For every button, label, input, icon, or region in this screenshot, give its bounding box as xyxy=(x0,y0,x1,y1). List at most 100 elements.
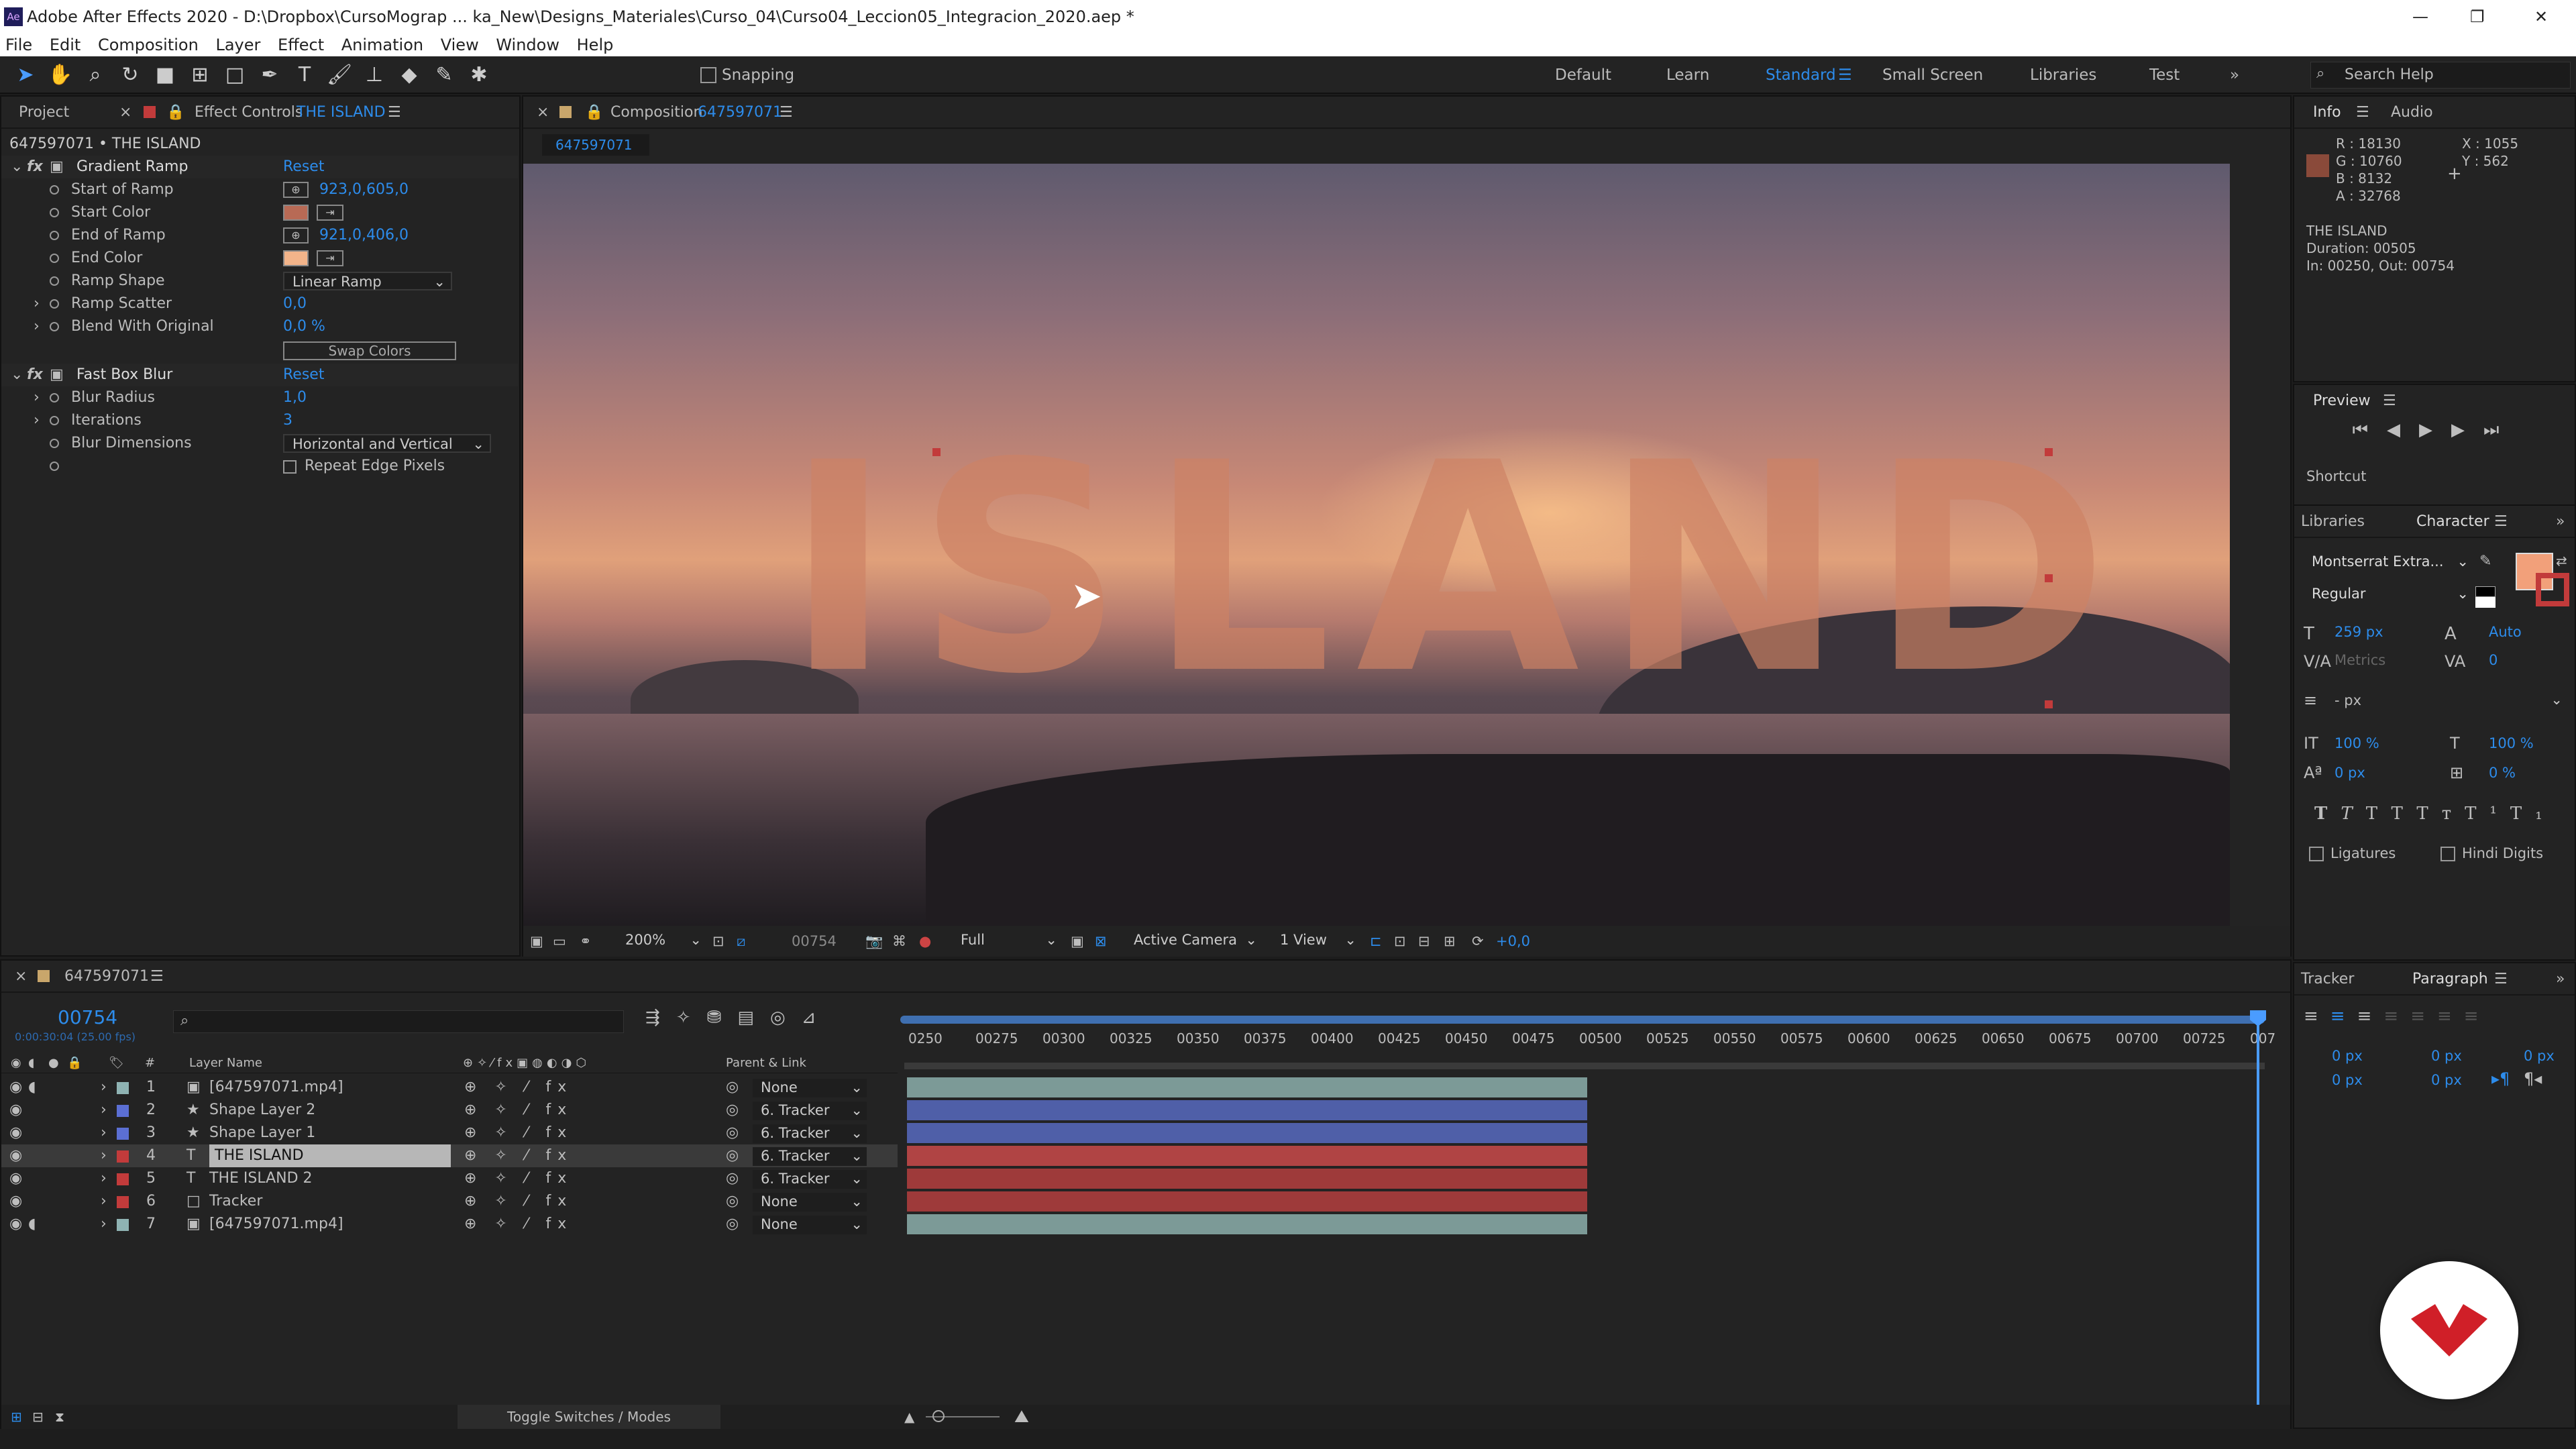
blend-value[interactable]: 0,0 % xyxy=(283,315,325,338)
reset-button[interactable]: Reset xyxy=(283,364,324,386)
indent-left-value[interactable]: 0 px xyxy=(2332,1048,2363,1064)
workspace-menu-icon[interactable]: ☰ xyxy=(1838,56,1852,94)
table-row[interactable]: ◉ › 3 ★ Shape Layer 1 ⊕ ✧ ⁄ fx ◎ 6. Tracker ⌄ xyxy=(1,1122,898,1144)
type-tool-icon[interactable]: T xyxy=(291,62,318,89)
time-ruler[interactable]: 0250 00275 00300 00325 00350 00375 00400 00425 0… xyxy=(900,1004,2275,1071)
tab-composition[interactable]: Composition xyxy=(610,97,702,129)
eye-icon[interactable]: ◉ xyxy=(9,1190,22,1213)
tab-project[interactable]: Project xyxy=(19,104,69,121)
expand-chevron-icon[interactable]: › xyxy=(101,1076,107,1099)
expand-chevron-icon[interactable]: › xyxy=(101,1144,107,1167)
pen-tool-icon[interactable]: ✒ xyxy=(256,62,283,89)
clone-stamp-tool-icon[interactable]: ⊥ xyxy=(361,62,388,89)
pickwhip-icon[interactable]: ◎ xyxy=(726,1167,739,1190)
comp-subtab[interactable]: 647597071 xyxy=(542,134,649,156)
chevron-right-icon[interactable]: » xyxy=(2556,506,2565,538)
audio-icon[interactable]: ◖ xyxy=(28,1076,36,1099)
panel-menu-icon[interactable]: ☰ xyxy=(780,97,793,129)
prev-frame-icon[interactable]: ◀ xyxy=(2387,420,2419,440)
align-right-icon[interactable]: ≡ xyxy=(2357,1006,2384,1026)
fx-icon[interactable]: fx xyxy=(27,156,43,178)
col-layer-name[interactable]: Layer Name xyxy=(189,1053,262,1073)
pan-behind-tool-icon[interactable]: ⊞ xyxy=(186,62,213,89)
stopwatch-icon[interactable] xyxy=(50,416,59,425)
layer-switches[interactable]: ⊕ ✧ ⁄ fx xyxy=(464,1076,573,1099)
pickwhip-icon[interactable]: ◎ xyxy=(726,1122,739,1144)
parent-dropdown[interactable]: None ⌄ xyxy=(753,1193,867,1212)
eye-icon[interactable]: ◉ xyxy=(9,1099,22,1122)
toggle-pixel-aspect-icon[interactable]: ⊏ xyxy=(1370,926,1382,957)
layer-switches[interactable]: ⊕ ✧ ⁄ fx xyxy=(464,1144,573,1167)
tab-libraries[interactable]: Libraries xyxy=(2301,513,2365,530)
menu-effect[interactable]: Effect xyxy=(278,36,324,54)
blur-radius-value[interactable]: 1,0 xyxy=(283,386,307,409)
leading-value[interactable]: Auto xyxy=(2489,624,2522,640)
reset-button[interactable]: Reset xyxy=(283,156,324,178)
justify-last-left-icon[interactable]: ≡ xyxy=(2383,1006,2410,1026)
ramp-scatter-value[interactable]: 0,0 xyxy=(283,292,307,315)
chevron-right-icon[interactable]: › xyxy=(34,292,40,315)
graph-editor-icon[interactable]: ⊿ xyxy=(802,1008,833,1028)
stroke-type-dropdown[interactable]: ⌄ xyxy=(2418,691,2565,710)
stopwatch-icon[interactable] xyxy=(50,322,59,331)
pickwhip-icon[interactable]: ◎ xyxy=(726,1076,739,1099)
eye-icon[interactable]: ◉ xyxy=(9,1144,22,1167)
menu-help[interactable]: Help xyxy=(577,36,614,54)
pickwhip-icon[interactable]: ◎ xyxy=(726,1144,739,1167)
label-color[interactable] xyxy=(117,1150,129,1163)
black-swatch[interactable] xyxy=(2475,586,2496,597)
parent-dropdown[interactable]: 6. Tracker ⌄ xyxy=(753,1102,867,1120)
workspace-learn[interactable]: Learn xyxy=(1666,56,1709,94)
chevron-right-icon[interactable]: » xyxy=(2230,56,2239,94)
layer-search-input[interactable]: ⌕ xyxy=(173,1010,624,1033)
eyedropper-icon[interactable]: ⇥ xyxy=(317,205,343,221)
font-style-dropdown[interactable]: Regular ⌄ xyxy=(2304,585,2471,604)
motion-blur-icon[interactable]: ◎ xyxy=(770,1008,802,1028)
zoom-out-icon[interactable]: ▲ xyxy=(904,1405,914,1429)
faux-italic-icon[interactable]: T xyxy=(2341,804,2365,824)
parent-dropdown[interactable]: 6. Tracker ⌄ xyxy=(753,1170,867,1189)
expand-chevron-icon[interactable]: › xyxy=(101,1122,107,1144)
modes-icon[interactable]: ⊟ xyxy=(32,1405,44,1429)
ltr-direction-icon[interactable]: ▸¶ xyxy=(2491,1069,2510,1088)
align-center-icon[interactable]: ≡ xyxy=(2330,1006,2357,1026)
eye-icon[interactable]: ◉ xyxy=(9,1213,22,1236)
stopwatch-icon[interactable] xyxy=(50,393,59,402)
eraser-tool-icon[interactable]: ◆ xyxy=(396,62,423,89)
transparency-grid-icon[interactable]: ⊠ xyxy=(1095,926,1107,957)
kerning-value[interactable]: Metrics xyxy=(2334,652,2385,668)
hindi-digits-checkbox[interactable] xyxy=(2440,847,2455,861)
label-color[interactable] xyxy=(117,1128,129,1140)
table-row[interactable]: ◉ › 6 □ Tracker ⊕ ✧ ⁄ fx ◎ None ⌄ xyxy=(1,1190,898,1213)
layer-duration-bar[interactable] xyxy=(907,1214,1587,1234)
superscript-icon[interactable]: T¹ xyxy=(2465,804,2510,824)
fast-previews-icon[interactable]: ⊡ xyxy=(1394,926,1406,957)
frame-blending-icon[interactable]: ▤ xyxy=(737,1008,770,1028)
justify-last-center-icon[interactable]: ≡ xyxy=(2410,1006,2437,1026)
menu-file[interactable]: File xyxy=(5,36,32,54)
layer-duration-bar[interactable] xyxy=(907,1169,1587,1189)
small-caps-icon[interactable]: Tт xyxy=(2416,804,2465,824)
pickwhip-icon[interactable]: ◎ xyxy=(726,1190,739,1213)
reset-exposure-icon[interactable]: ⟳ xyxy=(1472,926,1484,957)
end-color-swatch[interactable] xyxy=(283,250,309,266)
first-frame-icon[interactable]: ⏮ xyxy=(2353,420,2387,440)
frame-render-icon[interactable]: ⧗ xyxy=(55,1405,64,1429)
menu-composition[interactable]: Composition xyxy=(98,36,199,54)
space-after-value[interactable]: 0 px xyxy=(2431,1072,2462,1088)
panel-menu-icon[interactable]: ☰ xyxy=(2383,385,2396,417)
indent-right-value[interactable]: 0 px xyxy=(2524,1048,2555,1064)
label-color[interactable] xyxy=(117,1105,129,1117)
chevron-right-icon[interactable]: » xyxy=(2556,963,2565,996)
channel-icon[interactable]: ● xyxy=(919,926,931,957)
chevron-down-icon[interactable]: ⌄ xyxy=(11,156,23,178)
vertical-scale-value[interactable]: 100 % xyxy=(2334,735,2379,751)
ramp-shape-dropdown[interactable]: Linear Ramp ⌄ xyxy=(283,272,452,290)
layer-handle[interactable] xyxy=(2045,574,2053,582)
workspace-libraries[interactable]: Libraries xyxy=(2030,56,2096,94)
chevron-right-icon[interactable]: › xyxy=(34,409,40,432)
zoom-dropdown[interactable]: 200% ⌄ xyxy=(617,931,704,950)
menu-window[interactable]: Window xyxy=(496,36,559,54)
close-icon[interactable]: × xyxy=(537,97,549,129)
tab-audio[interactable]: Audio xyxy=(2391,97,2433,129)
